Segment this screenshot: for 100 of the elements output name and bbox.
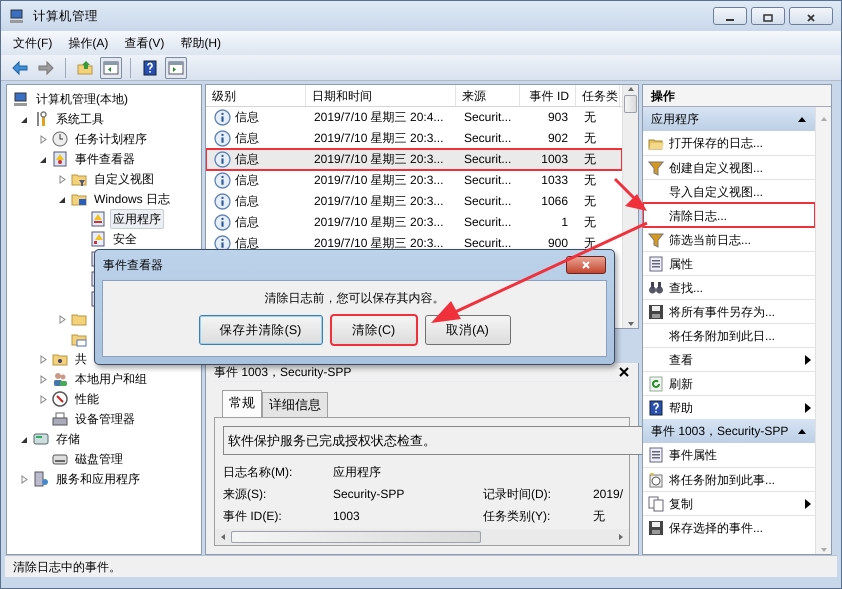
column-header[interactable]: 日期和时间 xyxy=(306,85,456,106)
action-label: 清除日志... xyxy=(669,208,728,224)
tree-item[interactable]: 事件查看器 xyxy=(72,149,138,169)
status-bar: 清除日志中的事件。 xyxy=(5,555,837,577)
tree-item[interactable]: 共 xyxy=(72,349,90,369)
table-cell-text: 信息 xyxy=(235,172,259,189)
table-cell-text: 无 xyxy=(583,109,597,126)
table-cell-text: 902 xyxy=(546,130,569,147)
tree-item[interactable]: 存储 xyxy=(53,429,83,449)
section-header[interactable]: 事件 1003，Security-SPP xyxy=(643,419,815,443)
field-value: 应用程序 xyxy=(333,464,382,481)
event-row[interactable]: 信息 2019/7/10 星期三 20:3... Securit... 1066 无 xyxy=(206,191,622,212)
table-cell-text: 1033 xyxy=(540,172,569,189)
tree-item[interactable]: 磁盘管理 xyxy=(72,449,126,469)
table-cell-text: 信息 xyxy=(235,235,259,252)
action-label: 将任务附加到此日... xyxy=(669,328,776,344)
table-cell-text: Securit... xyxy=(463,193,512,210)
window-title: 计算机管理 xyxy=(33,8,99,25)
action-item[interactable]: 属性 xyxy=(643,251,815,275)
dialog-title: 事件查看器 xyxy=(103,257,164,274)
menu-item[interactable]: 帮助(H) xyxy=(172,31,229,55)
action-item[interactable]: 复制 xyxy=(643,491,815,515)
section-header[interactable]: 应用程序 xyxy=(643,107,815,131)
action-label: 保存选择的事件... xyxy=(669,520,764,536)
action-label: 查看 xyxy=(669,352,694,368)
table-cell-text: 无 xyxy=(583,130,597,147)
action-label: 将任务附加到此事... xyxy=(669,472,776,488)
tree-item[interactable]: 计算机管理(本地) xyxy=(33,89,131,109)
table-cell-text: Securit... xyxy=(463,151,512,168)
action-item[interactable]: 将所有事件另存为... xyxy=(643,299,815,323)
dialog-message: 清除日志前，您可以保存其内容。 xyxy=(264,290,444,307)
column-header[interactable]: 级别 xyxy=(206,85,306,106)
field-label: 任务类别(Y): xyxy=(483,508,552,525)
dialog-button[interactable]: 保存并清除(S) xyxy=(198,315,322,345)
action-item[interactable]: 将任务附加到此事... xyxy=(643,467,815,491)
tree-item[interactable]: 应用程序 xyxy=(110,209,164,229)
tree-item[interactable]: 服务和应用程序 xyxy=(53,469,143,489)
field-value: 2019/ xyxy=(593,486,624,503)
table-cell-text: 900 xyxy=(546,235,569,252)
action-item[interactable]: 查找... xyxy=(643,275,815,299)
dialog-button[interactable]: 取消(A) xyxy=(424,315,510,345)
action-label: 帮助 xyxy=(669,400,694,416)
pane-title: 操作 xyxy=(651,88,675,104)
table-cell-text: 信息 xyxy=(235,130,259,147)
table-cell-text: 2019/7/10 星期三 20:3... xyxy=(313,130,444,147)
table-cell-text: 2019/7/10 星期三 20:3... xyxy=(313,193,444,210)
tree-item[interactable]: 设备管理器 xyxy=(72,409,138,429)
tree-item[interactable]: 性能 xyxy=(72,389,102,409)
event-row[interactable]: 信息 2019/7/10 星期三 20:3... Securit... 1003 无 xyxy=(206,149,622,170)
action-label: 属性 xyxy=(669,256,694,272)
tree-item[interactable]: 系统工具 xyxy=(53,109,107,129)
action-label: 刷新 xyxy=(669,376,694,392)
event-row[interactable]: 信息 2019/7/10 星期三 20:4... Securit... 903 无 xyxy=(206,107,622,128)
table-cell-text: 无 xyxy=(583,193,597,210)
tree-item[interactable]: 本地用户和组 xyxy=(72,369,150,389)
table-cell-text: 1066 xyxy=(540,193,569,210)
detail-title: 事件 1003，Security-SPP xyxy=(214,364,352,381)
action-label: 查找... xyxy=(669,280,704,296)
action-label: 将所有事件另存为... xyxy=(669,304,776,320)
table-cell-text: 2019/7/10 星期三 20:3... xyxy=(313,235,444,252)
table-cell-text: Securit... xyxy=(463,214,512,231)
table-cell-text: 2019/7/10 星期三 20:3... xyxy=(313,214,444,231)
action-item[interactable]: 清除日志... xyxy=(643,203,815,227)
action-item[interactable]: 刷新 xyxy=(643,371,815,395)
action-item[interactable]: 打开保存的日志... xyxy=(643,131,815,155)
table-cell-text: 2019/7/10 星期三 20:3... xyxy=(313,151,444,168)
column-header[interactable]: 任务类 xyxy=(576,85,620,106)
table-cell-text: 无 xyxy=(583,172,597,189)
field-value: Security-SPP xyxy=(333,486,406,503)
event-row[interactable]: 信息 2019/7/10 星期三 20:3... Securit... 1 无 xyxy=(206,212,622,233)
menu-item[interactable]: 文件(F) xyxy=(5,31,60,55)
column-header[interactable]: 事件 ID xyxy=(520,85,576,106)
table-cell-text: Securit... xyxy=(463,172,512,189)
dialog-button[interactable]: 清除(C) xyxy=(330,315,416,345)
table-cell-text: Securit... xyxy=(463,130,512,147)
action-item[interactable]: 创建自定义视图... xyxy=(643,155,815,179)
field-label: 日志名称(M): xyxy=(223,464,294,481)
tab[interactable]: 详细信息 xyxy=(262,392,328,416)
event-row[interactable]: 信息 2019/7/10 星期三 20:3... Securit... 902 无 xyxy=(206,128,622,149)
action-label: 打开保存的日志... xyxy=(669,135,764,152)
action-label: 导入自定义视图... xyxy=(669,184,764,200)
menu-item[interactable]: 操作(A) xyxy=(60,31,116,55)
table-cell-text: 1 xyxy=(560,214,569,231)
action-label: 复制 xyxy=(669,496,694,512)
tab[interactable]: 常规 xyxy=(222,390,262,418)
table-cell-text: 信息 xyxy=(235,214,259,231)
table-cell-text: 1003 xyxy=(540,151,569,168)
tree-item[interactable]: 安全 xyxy=(110,229,140,249)
tree-item[interactable]: 任务计划程序 xyxy=(72,129,150,149)
table-cell-text: 2019/7/10 星期三 20:4... xyxy=(313,109,444,126)
menu-item[interactable]: 查看(V) xyxy=(116,31,172,55)
table-cell-text: 无 xyxy=(583,214,597,231)
column-header[interactable]: 来源 xyxy=(456,85,520,106)
tree-item[interactable]: Windows 日志 xyxy=(91,189,174,209)
event-row[interactable]: 信息 2019/7/10 星期三 20:3... Securit... 1033 无 xyxy=(206,170,622,191)
table-cell-text: 903 xyxy=(546,109,569,126)
action-label: 创建自定义视图... xyxy=(669,160,764,176)
action-item[interactable]: 保存选择的事件... xyxy=(643,515,815,539)
field-label: 记录时间(D): xyxy=(483,486,552,503)
tree-item[interactable]: 自定义视图 xyxy=(91,169,157,189)
